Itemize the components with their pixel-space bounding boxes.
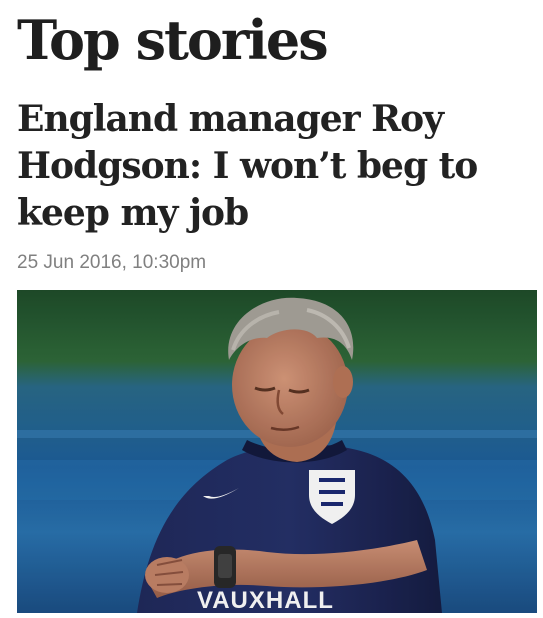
story-timestamp: 25 Jun 2016, 10:30pm [17,252,207,273]
story-photo[interactable]: VAUXHALL [17,290,537,613]
section-title: Top stories [17,8,329,72]
story-photo-illustration: VAUXHALL [17,290,537,613]
story-headline[interactable]: England manager Roy Hodgson: I won’t beg… [17,96,527,237]
